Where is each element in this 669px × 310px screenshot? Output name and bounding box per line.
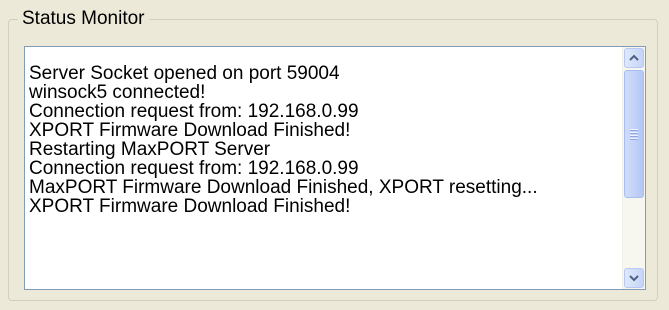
status-monitor-title: Status Monitor — [18, 7, 149, 31]
log-line: Restarting MaxPORT Server — [29, 139, 271, 160]
chevron-down-icon — [629, 275, 639, 282]
scroll-up-button[interactable] — [624, 48, 644, 68]
log-line: Connection request from: 192.168.0.99 — [29, 101, 359, 122]
log-line: winsock5 connected! — [29, 82, 206, 103]
log-line: Connection request from: 192.168.0.99 — [29, 158, 359, 179]
log-line: XPORT Firmware Download Finished! — [29, 120, 351, 141]
scroll-down-button[interactable] — [624, 268, 644, 288]
log-line: MaxPORT Firmware Download Finished, XPOR… — [29, 177, 538, 198]
vertical-scrollbar[interactable] — [622, 47, 645, 289]
grip-icon — [630, 129, 638, 140]
status-log: Server Socket opened on port 59004 winso… — [29, 64, 609, 216]
log-line: XPORT Firmware Download Finished! — [29, 196, 351, 217]
chevron-up-icon — [629, 54, 639, 61]
scrollbar-thumb[interactable] — [624, 70, 644, 198]
log-line: Server Socket opened on port 59004 — [29, 63, 340, 84]
status-log-textarea[interactable]: Server Socket opened on port 59004 winso… — [24, 46, 646, 290]
